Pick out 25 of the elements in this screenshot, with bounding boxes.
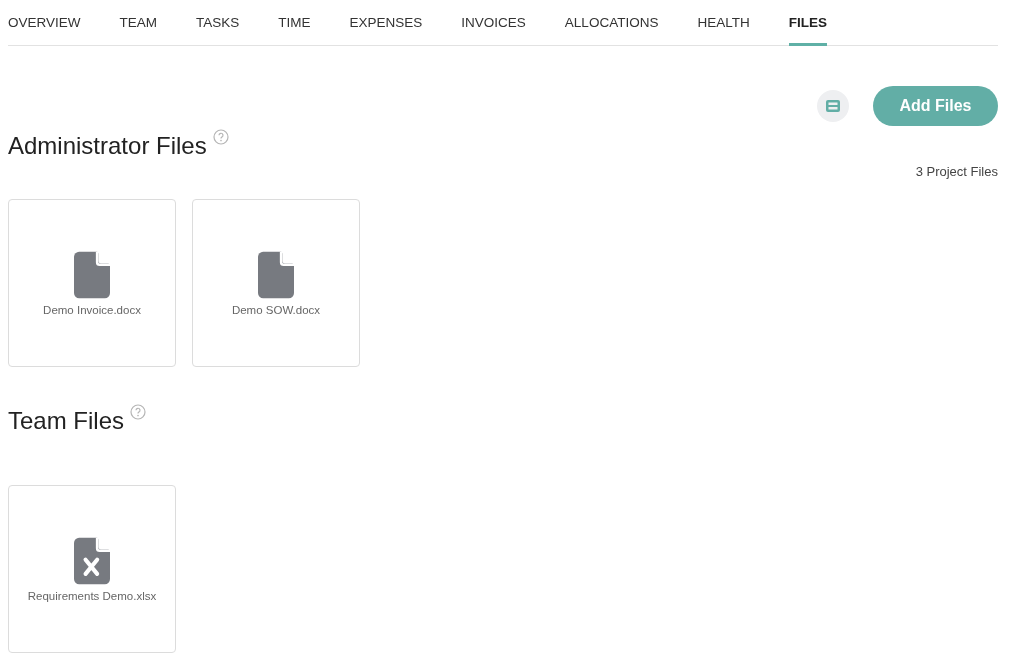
document-icon [258, 250, 294, 299]
nav-tab[interactable]: EXPENSES [349, 0, 423, 46]
help-icon[interactable] [130, 404, 147, 420]
nav-tab[interactable]: TASKS [196, 0, 240, 46]
file-count: 3 Project Files [915, 164, 998, 179]
file-card[interactable]: Requirements Demo.xlsx [8, 485, 176, 653]
document-icon [74, 250, 110, 299]
file-name: Demo SOW.docx [231, 303, 321, 316]
help-icon[interactable] [212, 129, 229, 145]
nav-tab[interactable]: FILES [788, 0, 827, 46]
file-card[interactable]: Demo SOW.docx [192, 199, 360, 367]
file-name: Requirements Demo.xlsx [27, 589, 157, 602]
nav-tab[interactable]: OVERVIEW [8, 0, 81, 46]
list-view-icon [826, 100, 840, 112]
nav-tab[interactable]: HEALTH [697, 0, 750, 46]
section-title: Administrator Files [8, 131, 207, 161]
layout-toggle-button[interactable] [817, 90, 849, 122]
section-title: Team Files [8, 406, 125, 436]
nav-tab[interactable]: TEAM [119, 0, 158, 46]
file-card[interactable]: Demo Invoice.docx [8, 199, 176, 367]
spreadsheet-icon [74, 536, 110, 585]
file-name: Demo Invoice.docx [43, 303, 141, 316]
nav-tab[interactable]: INVOICES [461, 0, 526, 46]
nav-tab[interactable]: TIME [278, 0, 311, 46]
nav-tab[interactable]: ALLOCATIONS [564, 0, 659, 46]
